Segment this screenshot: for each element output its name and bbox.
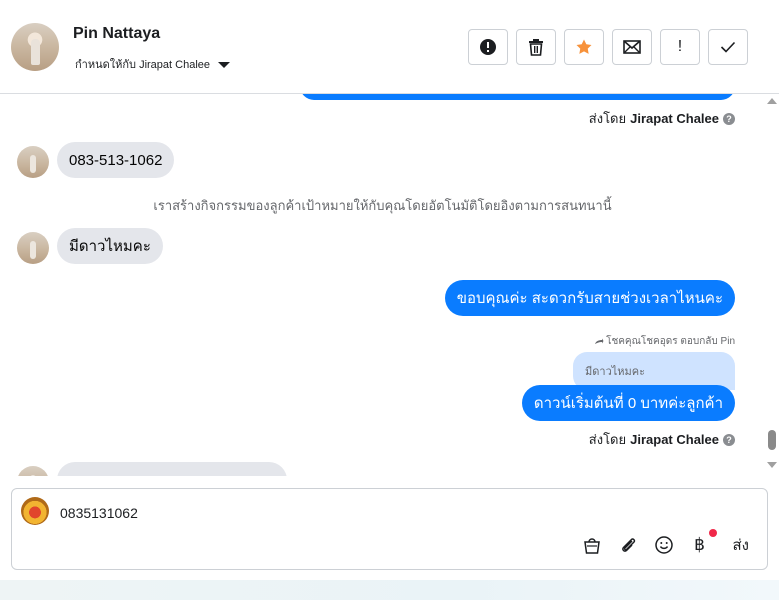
trash-icon xyxy=(529,39,543,56)
paperclip-icon[interactable] xyxy=(617,534,639,556)
scroll-down-arrow[interactable] xyxy=(767,462,777,468)
message-composer[interactable]: 0835131062 ฿ ส่ง xyxy=(11,488,768,570)
incoming-message-bubble xyxy=(57,462,287,476)
envelope-icon xyxy=(623,40,641,54)
outgoing-message-bubble: ขอบคุณค่ะ สะดวกรับสายช่วงเวลาไหนคะ xyxy=(444,280,735,316)
contact-avatar-small xyxy=(17,146,49,178)
sent-by-prefix: ส่งโดย xyxy=(588,111,627,126)
contact-avatar-small xyxy=(17,232,49,264)
contact-name[interactable]: Pin Nattaya xyxy=(73,25,160,43)
conversation-header: Pin Nattaya กำหนดให้กับ Jirapat Chalee ! xyxy=(0,0,779,94)
sent-by-prefix: ส่งโดย xyxy=(588,432,627,447)
conversation-toolbar: ! xyxy=(468,29,748,65)
reply-arrow-icon xyxy=(595,338,604,344)
contact-avatar-small xyxy=(17,466,49,476)
chevron-down-icon xyxy=(218,61,231,68)
mark-done-button[interactable] xyxy=(708,29,748,65)
page-avatar xyxy=(21,497,49,525)
contact-avatar[interactable] xyxy=(11,23,59,71)
message-thread[interactable]: ส่งโดย Jirapat Chalee ? 083-513-1062 เรา… xyxy=(0,94,765,476)
emoji-icon[interactable] xyxy=(653,534,675,556)
baht-icon[interactable]: ฿ xyxy=(689,529,717,556)
system-note: เราสร้างกิจกรรมของลูกค้าเป้าหมายให้กับคุ… xyxy=(153,198,612,213)
scroll-thumb[interactable] xyxy=(768,430,776,450)
assign-label: กำหนดให้กับ Jirapat Chalee xyxy=(75,59,211,71)
report-spam-button[interactable] xyxy=(468,29,508,65)
outgoing-message-bubble xyxy=(300,94,735,100)
notification-dot xyxy=(708,529,717,537)
send-button[interactable]: ส่ง xyxy=(733,533,749,557)
message-input[interactable]: 0835131062 xyxy=(60,505,138,521)
alert-circle-icon xyxy=(480,39,496,55)
reply-meta-text: โชคคุณโชคอุดร ตอบกลับ Pin xyxy=(606,336,735,347)
star-icon xyxy=(576,39,592,54)
delete-button[interactable] xyxy=(516,29,556,65)
sent-by-row: ส่งโดย Jirapat Chalee ? xyxy=(589,429,735,450)
reply-meta: โชคคุณโชคอุดร ตอบกลับ Pin xyxy=(594,334,735,349)
follow-up-button[interactable]: ! xyxy=(660,29,700,65)
assign-dropdown[interactable]: กำหนดให้กับ Jirapat Chalee xyxy=(75,55,231,73)
chat-scrollbar[interactable] xyxy=(765,94,779,476)
footer-strip xyxy=(0,580,779,600)
mark-unread-button[interactable] xyxy=(612,29,652,65)
incoming-message-bubble: มีดาวไหมคะ xyxy=(57,228,163,264)
bag-icon[interactable] xyxy=(581,534,603,556)
help-icon[interactable]: ? xyxy=(723,433,735,446)
check-icon xyxy=(720,41,736,53)
help-icon[interactable]: ? xyxy=(723,112,735,125)
exclamation-icon: ! xyxy=(677,38,683,55)
incoming-message-bubble: 083-513-1062 xyxy=(57,142,175,178)
sent-by-name: Jirapat Chalee xyxy=(630,111,719,126)
sent-by-row: ส่งโดย Jirapat Chalee ? xyxy=(589,108,735,129)
outgoing-message-bubble: ดาวน์เริ่มต้นที่ 0 บาทค่ะลูกค้า xyxy=(521,385,735,421)
composer-actions: ฿ ส่ง xyxy=(581,529,749,557)
sent-by-name: Jirapat Chalee xyxy=(630,432,719,447)
star-button[interactable] xyxy=(564,29,604,65)
scroll-up-arrow[interactable] xyxy=(767,98,777,104)
